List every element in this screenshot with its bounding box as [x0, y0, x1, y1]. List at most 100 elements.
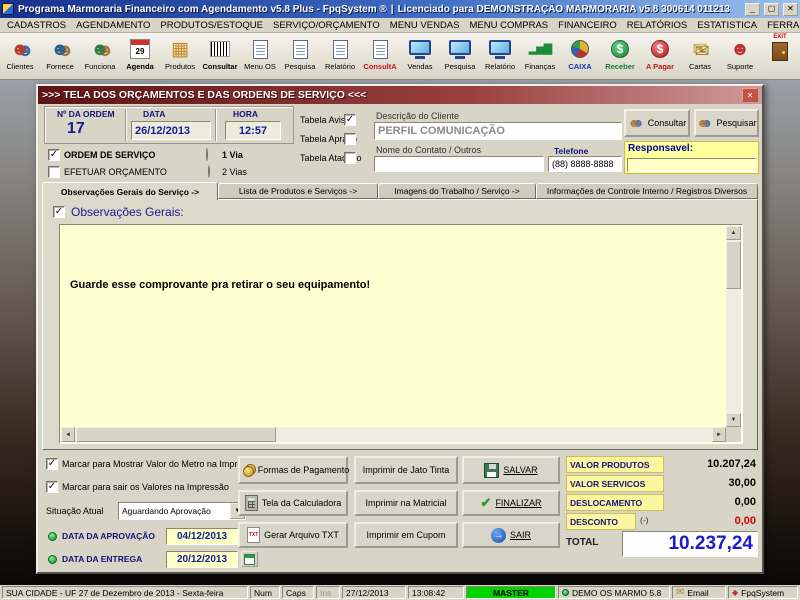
menu-vendas[interactable]: MENU VENDAS — [385, 20, 465, 31]
mostrar-metro-checkbox[interactable]: ✓ — [46, 458, 58, 470]
sair-valores-checkbox[interactable]: ✓ — [46, 481, 58, 493]
formas-pagamento-button[interactable]: Formas de Pagamento — [238, 456, 348, 484]
entrega-calendar-button[interactable] — [241, 551, 258, 567]
toolbar-fornecedores-label: Fornece — [46, 62, 74, 71]
pesquisar-button[interactable]: ☻ Pesquisar — [694, 109, 759, 137]
imprimir-cupom-button[interactable]: Imprimir em Cupom — [354, 522, 458, 548]
efetuar-orcamento-checkbox[interactable]: ✓ — [48, 166, 60, 178]
dialog-close-button[interactable]: ✕ — [742, 88, 758, 102]
scroll-up-button[interactable]: ▲ — [726, 226, 741, 240]
menu-cadastros[interactable]: CADASTROS — [2, 20, 71, 31]
observacoes-textarea[interactable]: Guarde esse comprovante pra retirar o se… — [59, 224, 743, 444]
status-date: 27/12/2013 — [342, 586, 406, 599]
menu-agendamento[interactable]: AGENDAMENTO — [71, 20, 155, 31]
order-time-value[interactable]: 12:57 — [225, 121, 281, 140]
telefone-input[interactable]: (88) 8888-8888 — [548, 156, 622, 172]
toolbar-receber[interactable]: $ Receber — [600, 33, 640, 79]
toolbar-menu-os[interactable]: Menu OS — [240, 33, 280, 79]
toolbar-cartas-label: Cartas — [689, 62, 711, 71]
scroll-down-button[interactable]: ▼ — [726, 413, 741, 427]
title-separator: | — [391, 4, 394, 15]
finance-chart-icon: ▂▅▇ — [529, 44, 551, 55]
contato-input[interactable] — [374, 156, 544, 172]
search-monitor-icon — [449, 40, 471, 55]
status-caps-lock: Caps — [282, 586, 314, 599]
toolbar-relatorio-os[interactable]: Relatório — [320, 33, 360, 79]
entrega-date-field[interactable]: 20/12/2013 — [166, 551, 238, 568]
toolbar-exit[interactable]: EXIT — [760, 33, 800, 79]
gerar-txt-button[interactable]: TXT Gerar Arquivo TXT — [238, 522, 348, 548]
menu-compras[interactable]: MENU COMPRAS — [464, 20, 553, 31]
check-icon: ✓ — [346, 115, 354, 125]
toolbar-consultar-produtos[interactable]: Consultar — [200, 33, 240, 79]
situacao-dropdown[interactable]: Aguardando Aprovação ▼ — [118, 502, 246, 520]
tab-imagens[interactable]: Imagens do Trabalho / Serviço -> — [378, 183, 536, 199]
calculadora-button[interactable]: Tela da Calculadora — [238, 490, 348, 516]
toolbar-relatorio-vendas[interactable]: Relatório — [480, 33, 520, 79]
toolbar-vendas[interactable]: Vendas — [400, 33, 440, 79]
report-document-icon — [333, 40, 348, 59]
tab-observacoes[interactable]: Observações Gerais do Serviço -> — [42, 182, 218, 200]
menu-financeiro[interactable]: FINANCEIRO — [553, 20, 622, 31]
vertical-scrollbar[interactable]: ▲ ▼ — [726, 226, 741, 427]
menu-produtos-estoque[interactable]: PRODUTOS/ESTOQUE — [155, 20, 268, 31]
consult-people-icon: ☻ — [628, 116, 644, 130]
vertical-scroll-thumb[interactable] — [726, 241, 741, 289]
tab-produtos-servicos[interactable]: Lista de Produtos e Serviços -> — [218, 183, 378, 199]
sair-button[interactable]: → SAIR — [462, 522, 560, 548]
toolbar-suporte[interactable]: ☻ Suporte — [720, 33, 760, 79]
toolbar-financas[interactable]: ▂▅▇ Finanças — [520, 33, 560, 79]
toolbar-agenda-label: Agenda — [126, 62, 154, 71]
window-titlebar: Programa Marmoraria Financeiro com Agend… — [0, 0, 800, 18]
horizontal-scroll-thumb[interactable] — [76, 427, 276, 442]
toolbar-a-pagar[interactable]: $ A Pagar — [640, 33, 680, 79]
toolbar-caixa[interactable]: CAIXA — [560, 33, 600, 79]
group-divider — [215, 109, 217, 141]
imprimir-jato-button[interactable]: Imprimir de Jato Tinta — [354, 456, 458, 484]
minimize-button[interactable]: _ — [745, 3, 760, 16]
toolbar-produtos[interactable]: ▦ Produtos — [160, 33, 200, 79]
aprovacao-date-field[interactable]: 04/12/2013 — [166, 528, 238, 545]
toolbar-pesquisa-os[interactable]: Pesquisa — [280, 33, 320, 79]
scroll-right-button[interactable]: ► — [712, 427, 726, 442]
salvar-button[interactable]: SALVAR — [462, 456, 560, 484]
tabela-atacado-checkbox[interactable]: ✓ — [344, 152, 356, 164]
tab-controle-interno[interactable]: Informações de Controle Interno / Regist… — [536, 183, 758, 199]
dialog-titlebar: >>> TELA DOS ORÇAMENTOS E DAS ORDENS DE … — [38, 86, 762, 104]
toolbar-agenda[interactable]: 29 Agenda — [120, 33, 160, 79]
ordem-servico-checkbox[interactable]: ✓ — [48, 149, 60, 161]
close-button[interactable]: ✕ — [783, 3, 798, 16]
menu-estatistica[interactable]: ESTATISTICA — [692, 20, 762, 31]
toolbar-menu-os-label: Menu OS — [244, 62, 276, 71]
menu-ferramentas[interactable]: FERRAMENTAS — [762, 20, 800, 31]
tabela-avista-checkbox[interactable]: ✓ — [344, 114, 356, 126]
finalizar-button[interactable]: ✔ FINALIZAR — [462, 490, 560, 516]
toolbar-funcionarios[interactable]: ☻ Funciona — [80, 33, 120, 79]
horizontal-scrollbar[interactable]: ◄ ► — [61, 427, 726, 442]
via2-radio[interactable] — [208, 165, 210, 178]
consultar-button[interactable]: ☻ Consultar — [624, 109, 690, 137]
toolbar-clientes[interactable]: ☻ Clientes — [0, 33, 40, 79]
check-icon: ✓ — [55, 207, 63, 217]
observacoes-checkbox[interactable]: ✓ — [53, 206, 65, 218]
via1-radio[interactable] — [206, 148, 208, 161]
cliente-input[interactable]: PERFIL COMUNICAÇÃO — [374, 122, 622, 140]
desconto-value: 0,00 — [666, 515, 756, 527]
date-label: DATA — [143, 109, 165, 119]
toolbar-cartas[interactable]: ✉ Cartas — [680, 33, 720, 79]
toolbar-pesquisa-vendas[interactable]: Pesquisa — [440, 33, 480, 79]
status-email[interactable]: ✉ Email — [672, 586, 726, 599]
scroll-left-button[interactable]: ◄ — [61, 427, 75, 442]
responsavel-input[interactable] — [627, 158, 756, 172]
maximize-button[interactable]: ▢ — [764, 3, 779, 16]
menu-servico-orcamento[interactable]: SERVIÇO/ORÇAMENTO — [268, 20, 385, 31]
toolbar-consulta-os[interactable]: ConsultA — [360, 33, 400, 79]
menu-relatorios[interactable]: RELATÓRIOS — [622, 20, 693, 31]
tabela-aprazo-checkbox[interactable]: ✓ — [344, 133, 356, 145]
toolbar: ☻ Clientes ☻ Fornece ☻ Funciona 29 Agend… — [0, 33, 800, 80]
toolbar-fornecedores[interactable]: ☻ Fornece — [40, 33, 80, 79]
toolbar-consulta-label: ConsultA — [363, 62, 396, 71]
document-search-icon — [293, 40, 308, 59]
imprimir-matricial-button[interactable]: Imprimir na Matricial — [354, 490, 458, 516]
order-date-value[interactable]: 26/12/2013 — [131, 121, 211, 140]
